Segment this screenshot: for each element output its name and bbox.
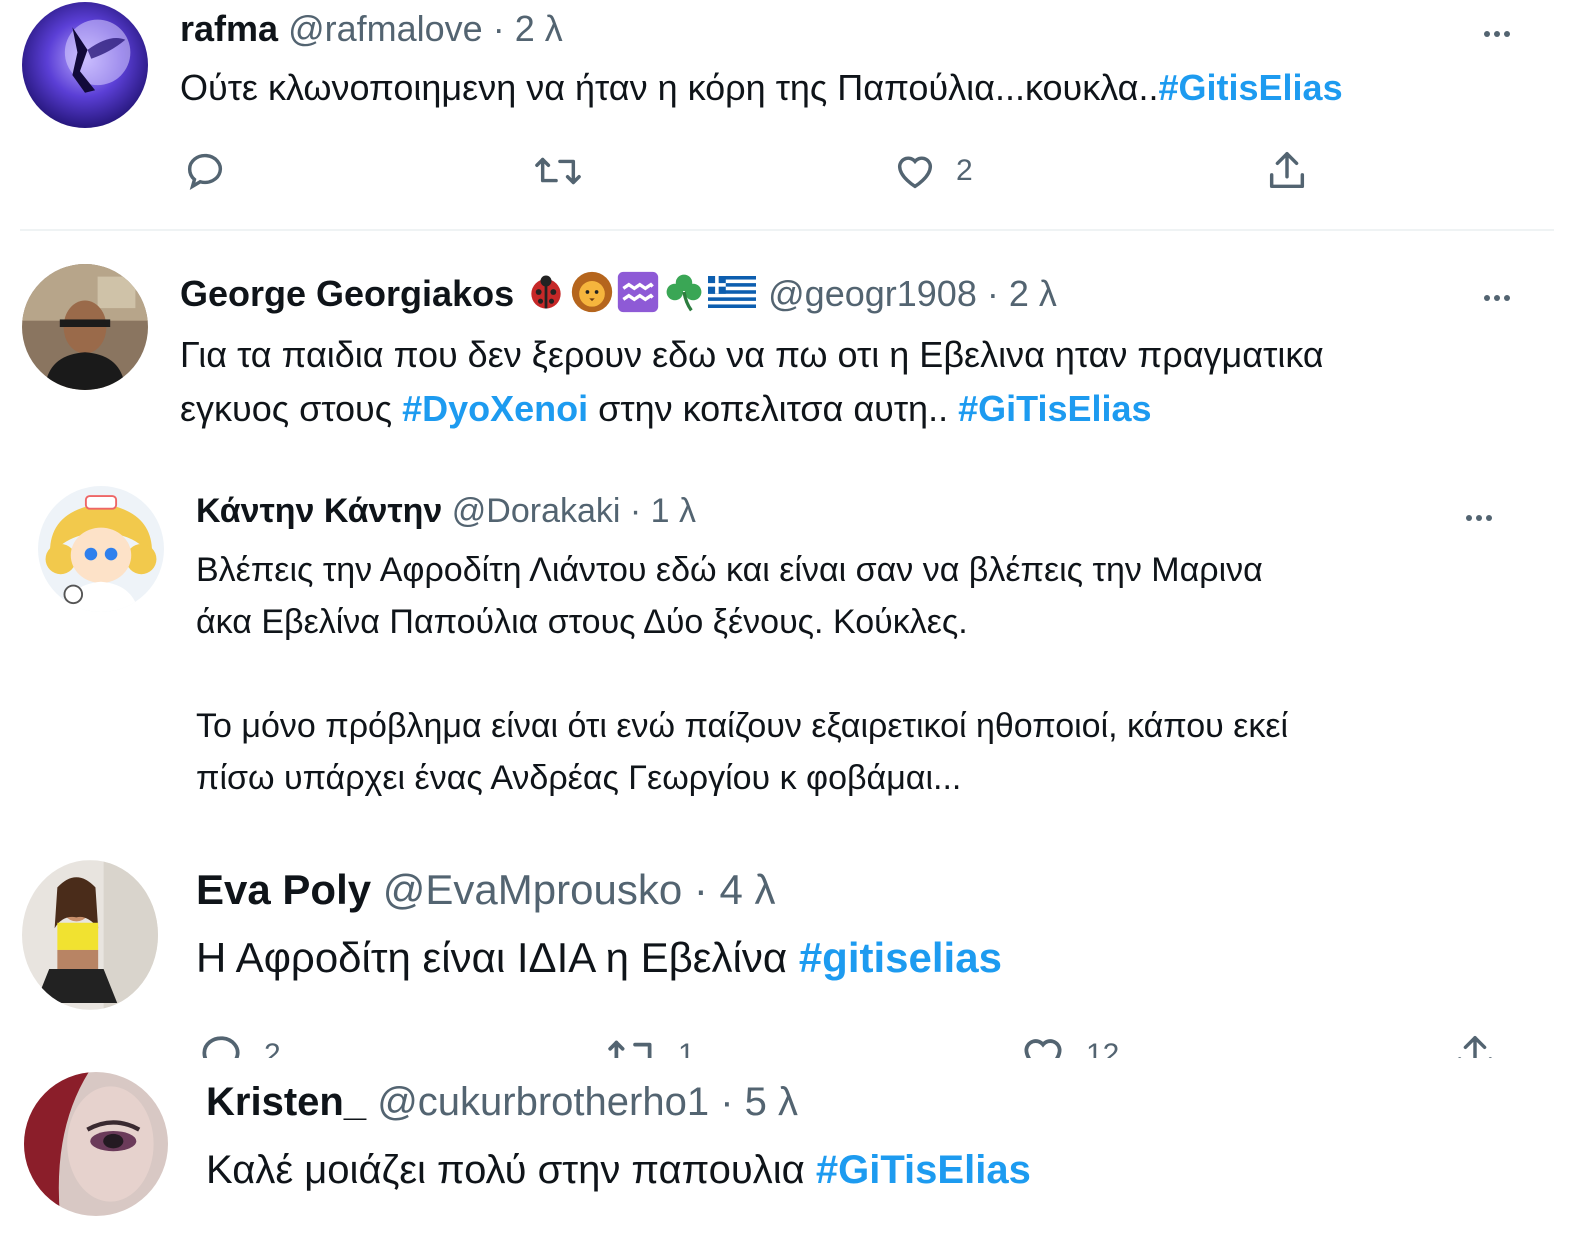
retweet-count: 1 [678,1038,695,1058]
author-handle[interactable]: @geogr1908 [768,273,977,314]
lion-emoji [570,270,614,323]
ladybug-emoji [524,270,568,323]
tweet-time[interactable]: 4 λ [720,866,776,913]
text-span: Το μόνο πρόβλημα είναι ότι ενώ παίζουν ε… [196,707,1289,745]
tweet-line [196,648,1288,700]
tweet-kantin-kantin[interactable]: Κάντην Κάντην @Dorakaki · 1 λ Βλέπεις τη… [0,472,1584,844]
author-handle[interactable]: @cukurbrotherho1 [377,1080,709,1124]
tweet-text: Η Αφροδίτη είναι ΙΔΙΑ η Εβελίνα #gitisel… [196,932,1002,984]
retweet-button[interactable] [532,148,602,194]
reply-icon [187,153,223,191]
reply-button[interactable]: 2 [196,1030,281,1058]
tweet-actions: 2 [180,148,1330,208]
separator-dot: · [620,492,651,530]
author-handle[interactable]: @Dorakaki [452,492,621,530]
author-name[interactable]: Kristen_ [206,1080,366,1124]
share-button[interactable] [1452,1030,1496,1058]
tweet-text: Ούτε κλωνοποιημενη να ήταν η κόρη της Πα… [180,66,1343,110]
tweet-header: George Georgiakos @geogr1908 · 2 λ [180,270,1057,323]
tweet-line: Το μόνο πρόβλημα είναι ότι ενώ παίζουν ε… [196,700,1288,752]
like-button[interactable]: 2 [892,148,973,194]
shamrock-emoji [662,270,706,323]
tweet-kristen[interactable]: Kristen_ @cukurbrotherho1 · 5 λ Καλέ μοι… [0,1058,1584,1246]
aquarius-emoji [616,270,660,323]
author-name[interactable]: Κάντην Κάντην [196,492,442,530]
avatar-kantin-kantin[interactable] [38,486,164,612]
like-button[interactable]: 12 [1018,1030,1119,1058]
tweet-header: Κάντην Κάντην @Dorakaki · 1 λ [196,492,696,531]
tweet-eva-poly[interactable]: Eva Poly @EvaMprousko · 4 λ Η Αφροδίτη ε… [0,844,1584,1058]
tweet-line: Για τα παιδια που δεν ξερουν εδω να πω ο… [180,328,1324,382]
tweet-text: Βλέπεις την Αφροδίτη Λιάντου εδώ και είν… [196,544,1288,804]
tweet-rafma[interactable]: rafma @rafmalove · 2 λ Ούτε κλωνοποιημεν… [0,0,1584,232]
text-span: Για τα παιδια που δεν ξερουν εδω να πω ο… [180,334,1324,375]
tweet-line: εγκυος στους #DyoXenoi στην κοπελιτσα αυ… [180,382,1324,436]
text-span: πίσω υπάρχει ένας Ανδρέας Γεωργίου κ φοβ… [196,759,962,797]
text-span: άκα Εβελίνα Παπούλια στους Δύο ξένους. Κ… [196,603,968,641]
text-span: στην κοπελιτσα αυτη.. [588,388,959,429]
tweet-time[interactable]: 2 λ [515,8,563,49]
avatar-george-georgiakos[interactable] [22,264,148,390]
text-span: Ούτε κλωνοποιημενη να ήταν η κόρη της Πα… [180,67,1159,108]
separator-dot: · [976,273,1009,315]
like-count: 2 [956,154,973,187]
tweet-line: Ούτε κλωνοποιημενη να ήταν η κόρη της Πα… [180,66,1343,110]
avatar-kristen[interactable] [24,1072,168,1216]
text-span: Βλέπεις την Αφροδίτη Λιάντου εδώ και είν… [196,551,1263,589]
share-button[interactable] [1264,148,1310,194]
retweet-icon [608,1040,652,1058]
more-icon[interactable] [1464,508,1494,526]
tweet-line: Βλέπεις την Αφροδίτη Λιάντου εδώ και είν… [196,544,1288,596]
text-span: Καλέ μοιάζει πολύ στην παπουλια [206,1148,816,1192]
tweet-actions: 2 1 12 [196,1030,1496,1058]
author-name[interactable]: Eva Poly [196,866,371,913]
share-icon [1458,1036,1492,1058]
hashtag-link[interactable]: #GiTisElias [958,388,1151,429]
separator-dot: · [482,8,515,49]
hashtag-link[interactable]: #DyoXenoi [402,388,588,429]
hashtag-link[interactable]: #gitiselias [799,934,1002,981]
retweet-icon [535,157,581,185]
author-handle[interactable]: @EvaMprousko [383,866,682,913]
tweet-line: Η Αφροδίτη είναι ΙΔΙΑ η Εβελίνα #gitisel… [196,932,1002,984]
author-name[interactable]: rafma [180,8,278,49]
tweet-header: rafma @rafmalove · 2 λ [180,8,563,50]
tweet-line: άκα Εβελίνα Παπούλια στους Δύο ξένους. Κ… [196,596,1288,648]
text-span: Η Αφροδίτη είναι ΙΔΙΑ η Εβελίνα [196,934,799,981]
reply-icon [202,1036,240,1058]
reply-count: 2 [264,1038,281,1058]
hashtag-link[interactable]: #GiTisElias [816,1148,1031,1192]
share-icon [1269,152,1305,189]
like-count: 12 [1086,1038,1120,1058]
divider [20,229,1554,231]
tweet-line: πίσω υπάρχει ένας Ανδρέας Γεωργίου κ φοβ… [196,752,1288,804]
tweet-text: Για τα παιδια που δεν ξερουν εδω να πω ο… [180,328,1324,436]
hashtag-link[interactable]: #GitisElias [1159,67,1343,108]
separator-dot: · [709,1080,745,1124]
tweet-george-georgiakos[interactable]: George Georgiakos @geogr1908 · 2 λ Για τ… [0,232,1584,472]
more-icon[interactable] [1482,288,1512,306]
greek-flag-emoji [708,272,757,321]
avatar-eva-poly[interactable] [22,860,158,1010]
tweet-text: Καλέ μοιάζει πολύ στην παπουλια #GiTisEl… [206,1144,1031,1196]
heart-icon [1024,1039,1062,1058]
tweet-time[interactable]: 5 λ [745,1080,798,1124]
tweet-time[interactable]: 2 λ [1009,273,1057,314]
separator-dot: · [682,866,720,913]
tweet-time[interactable]: 1 λ [651,492,696,530]
author-name[interactable]: George Georgiakos [180,273,514,314]
tweet-header: Eva Poly @EvaMprousko · 4 λ [196,866,776,914]
reply-button[interactable] [182,148,246,194]
text-span: εγκυος στους [180,388,403,429]
avatar-rafma[interactable] [22,2,148,128]
more-icon[interactable] [1482,24,1512,42]
heart-icon [897,156,933,189]
tweet-header: Kristen_ @cukurbrotherho1 · 5 λ [206,1080,798,1125]
tweet-line: Καλέ μοιάζει πολύ στην παπουλια #GiTisEl… [206,1144,1031,1196]
retweet-button[interactable]: 1 [606,1030,695,1058]
author-handle[interactable]: @rafmalove [288,8,483,49]
